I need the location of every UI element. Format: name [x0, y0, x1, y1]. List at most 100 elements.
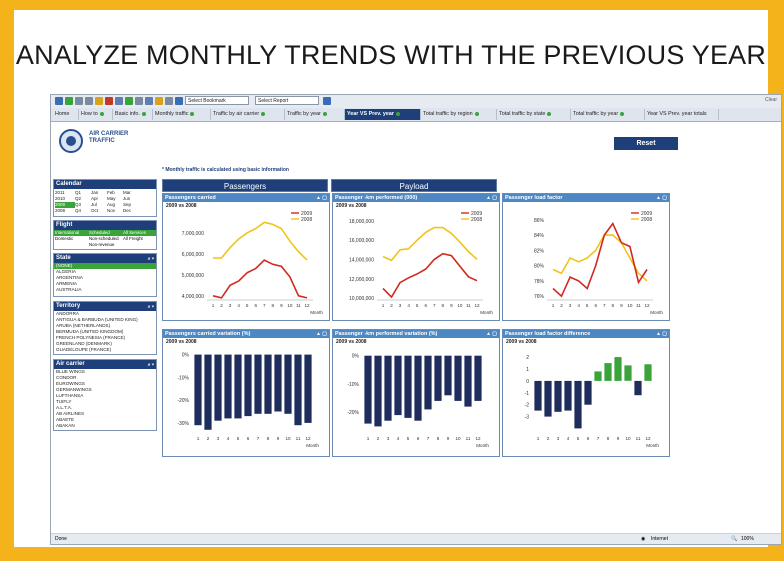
legend-label-2008: 2008: [641, 217, 652, 223]
undo-icon[interactable]: [75, 97, 83, 105]
bar: [234, 354, 242, 419]
series-line-2008: [382, 226, 478, 262]
tab-year-vs-prev-totals[interactable]: Year VS Prev. year totals: [645, 109, 719, 120]
list-item[interactable]: GUADELOUPE (FRANCE): [54, 347, 156, 353]
carrier-header: Air carrier ⌕ ▾: [54, 360, 156, 369]
panel-subtitle: 2009 vs 2008: [336, 339, 367, 345]
panel-passengers-carried: Passengers carried ▲ ▢ 2009 vs 2008 4,000…: [162, 193, 330, 321]
x-tick-label: 5: [577, 436, 580, 441]
y-tick-label: 10,000,000: [349, 296, 374, 302]
bar: [194, 354, 202, 426]
search-icon[interactable]: ⌕ ▾: [148, 255, 154, 264]
y-tick-label: 6,000,000: [182, 252, 204, 258]
globe-icon: ◉: [641, 536, 646, 542]
chart-icon[interactable]: [145, 97, 153, 105]
tab-year-vs-prev[interactable]: Year VS Prev. year: [345, 109, 421, 120]
x-tick-label: 6: [417, 436, 420, 441]
flight-blank: [54, 242, 88, 248]
zoom-level[interactable]: 100%: [741, 534, 754, 544]
carrier-listbox[interactable]: Air carrier ⌕ ▾ BLUE WINGS CONDOR EUROWIN…: [53, 359, 157, 431]
x-tick-label: 8: [607, 436, 610, 441]
panel-header: Passenger load factor difference ▲ ▢: [503, 330, 669, 338]
x-tick-label: 5: [246, 303, 249, 308]
search-icon[interactable]: ⌕ ▾: [148, 303, 154, 312]
star-icon[interactable]: [155, 97, 163, 105]
x-tick-label: 11: [466, 303, 471, 308]
bar: [264, 354, 272, 414]
panel-header: Passenger -km performed (000) ▲ ▢: [333, 194, 499, 202]
bar: [444, 355, 452, 396]
y-tick-label: 1: [526, 367, 529, 373]
print-icon[interactable]: [115, 97, 123, 105]
flight-blank: [122, 242, 156, 248]
reset-button[interactable]: Reset: [614, 137, 678, 150]
tab-traffic-by-carrier[interactable]: Traffic by air carrier: [211, 109, 285, 120]
territory-listbox[interactable]: Territory ⌕ ▾ ANDORRA ANTIGUA & BARBUDA (…: [53, 301, 157, 355]
tab-monthly-traffic[interactable]: Monthly traffic: [153, 109, 211, 120]
flight-panel: Flight International Scheduled All Servi…: [53, 220, 157, 250]
tab-home[interactable]: Home: [53, 109, 79, 120]
panel-controls-icon[interactable]: ▲ ▢: [486, 330, 497, 338]
month-dec[interactable]: Dec: [123, 208, 139, 214]
y-tick-label: -10%: [177, 375, 189, 381]
go-icon[interactable]: [323, 97, 331, 105]
y-tick-label: 78%: [534, 279, 545, 285]
bar: [454, 355, 462, 401]
y-tick-label: 86%: [534, 218, 545, 224]
month-nov[interactable]: Nov: [107, 208, 123, 214]
x-tick-label: 1: [552, 303, 555, 308]
bar: [624, 365, 632, 381]
bar: [414, 355, 422, 421]
bar: [204, 354, 212, 430]
status-dot-icon: [620, 111, 625, 116]
panel-controls-icon[interactable]: ▲ ▢: [656, 194, 667, 202]
report-select[interactable]: Select Report: [255, 96, 319, 105]
state-listbox[interactable]: State ⌕ ▾ (NONE) ALGERIA ARGENTINA ARMENI…: [53, 253, 157, 297]
tab-how-to[interactable]: How to: [79, 109, 113, 120]
line-chart: 76%78%80%82%84%86%1 2 3 4 5 6 7 8 9 10 11 12Month20…: [534, 211, 663, 315]
x-tick-label: 3: [557, 436, 560, 441]
x-tick-label: 6: [594, 303, 597, 308]
clear-icon[interactable]: [105, 97, 113, 105]
panel-controls-icon[interactable]: ▲ ▢: [316, 194, 327, 202]
y-tick-label: -20%: [347, 410, 359, 416]
y-tick-label: 7,000,000: [182, 231, 204, 237]
redo-icon[interactable]: [85, 97, 93, 105]
list-item[interactable]: AUSTRALIA: [54, 287, 156, 293]
panel-controls-icon[interactable]: ▲ ▢: [486, 194, 497, 202]
panel-subtitle: [503, 202, 669, 210]
tab-basic-info[interactable]: Basic info.: [113, 109, 153, 120]
bar-chart: 0%-10%-20%1 2 3 4 5 6 7 8 9 10 11 12Month: [347, 354, 489, 448]
lock-icon[interactable]: [95, 97, 103, 105]
bar: [604, 363, 612, 381]
clear-link[interactable]: Clear: [765, 97, 777, 103]
flight-non-revenue[interactable]: Non-revenue: [88, 242, 122, 248]
tab-total-by-region[interactable]: Total traffic by region: [421, 109, 497, 120]
back-icon[interactable]: [55, 97, 63, 105]
x-tick-label: 10: [285, 436, 291, 441]
tab-traffic-by-year[interactable]: Traffic by year: [285, 109, 345, 120]
panel-controls-icon[interactable]: ▲ ▢: [656, 330, 667, 338]
tab-total-by-year[interactable]: Total traffic by year: [571, 109, 645, 120]
forward-icon[interactable]: [65, 97, 73, 105]
gear-icon[interactable]: [175, 97, 183, 105]
panel-header: Passenger load factor ▲ ▢: [503, 194, 669, 202]
excel-icon[interactable]: [125, 97, 133, 105]
month-oct[interactable]: Oct: [91, 208, 107, 214]
bookmark-select[interactable]: Select Bookmark: [185, 96, 249, 105]
copy-icon[interactable]: [135, 97, 143, 105]
x-tick-label: 3: [217, 436, 220, 441]
bar: [254, 354, 262, 414]
year-2008[interactable]: 2008: [55, 208, 75, 214]
list-item[interactable]: ABAKAN: [54, 423, 156, 429]
tab-total-by-state[interactable]: Total traffic by state: [497, 109, 571, 120]
x-axis-label: Month: [476, 443, 489, 448]
bar: [644, 364, 652, 381]
quarter-q4[interactable]: Q4: [75, 208, 91, 214]
panel-controls-icon[interactable]: ▲ ▢: [316, 330, 327, 338]
bookmark-icon[interactable]: [165, 97, 173, 105]
search-icon[interactable]: ⌕ ▾: [148, 361, 154, 370]
x-tick-label: 10: [457, 303, 463, 308]
x-tick-label: 12: [644, 303, 650, 308]
panel-pkm-performed: Passenger -km performed (000) ▲ ▢ 2009 vs…: [332, 193, 500, 321]
